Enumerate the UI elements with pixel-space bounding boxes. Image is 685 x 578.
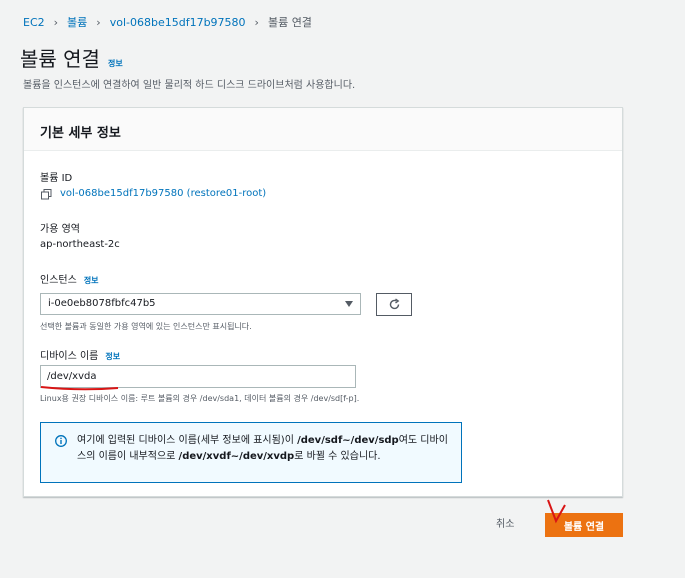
page-title: 볼륨 연결	[20, 47, 100, 71]
caret-down-icon	[345, 301, 353, 307]
chevron-right-icon: ›	[96, 15, 101, 29]
page-description: 볼륨을 인스턴스에 연결하여 일반 물리적 하드 디스크 드라이브처럼 사용합니…	[23, 80, 356, 91]
refresh-instances-button[interactable]	[376, 293, 412, 316]
page-header: 볼륨 연결 정보	[20, 43, 123, 72]
red-underline-annotation	[40, 386, 119, 391]
instance-select-value: i-0e0eb8078fbfc47b5	[48, 298, 156, 309]
breadcrumb-ec2[interactable]: EC2	[23, 16, 45, 29]
instance-select[interactable]: i-0e0eb8078fbfc47b5	[40, 293, 361, 315]
instance-label-text: 인스턴스	[40, 275, 77, 286]
cancel-button[interactable]: 취소	[496, 515, 514, 530]
alert-text-3: 로 바뀔 수 있습니다.	[294, 451, 381, 462]
device-hint: Linux용 권장 디바이스 이름: 루트 볼륨의 경우 /dev/sda1, …	[40, 394, 360, 403]
panel-title: 기본 세부 정보	[40, 126, 121, 141]
device-info-link[interactable]: 정보	[105, 351, 120, 362]
device-label: 디바이스 이름 정보	[40, 347, 120, 362]
volume-id-label: 볼륨 ID	[40, 169, 72, 184]
alert-text-1: 여기에 입력된 디바이스 이름(세부 정보에 표시됨)이	[77, 435, 298, 446]
alert-bold-2: /dev/xvdf~/dev/xvdp	[178, 451, 295, 462]
instance-hint: 선택한 볼륨과 동일한 가용 영역에 있는 인스턴스만 표시됩니다.	[40, 322, 252, 331]
panel-header: 기본 세부 정보	[24, 108, 622, 151]
attach-volume-button[interactable]: 볼륨 연결	[545, 513, 623, 537]
device-label-text: 디바이스 이름	[40, 351, 99, 362]
volume-id-label-text: 볼륨 ID	[40, 173, 73, 184]
breadcrumb-volume-id[interactable]: vol-068be15df17b97580	[110, 16, 246, 29]
copy-icon[interactable]	[41, 189, 52, 200]
chevron-right-icon: ›	[53, 15, 59, 29]
info-icon	[55, 435, 67, 447]
az-value: ap-northeast-2c	[40, 239, 120, 250]
volume-id-link[interactable]: vol-068be15df17b97580 (restore01-root)	[60, 188, 266, 199]
az-label: 가용 영역	[40, 220, 80, 235]
breadcrumb-volumes[interactable]: 볼륨	[67, 14, 87, 30]
instance-info-link[interactable]: 정보	[84, 275, 99, 286]
page-info-link[interactable]: 정보	[108, 58, 123, 69]
basic-details-panel: 기본 세부 정보 볼륨 ID vol-068be15df17b97580 (re…	[23, 107, 623, 497]
refresh-icon	[389, 298, 399, 310]
device-rename-alert: 여기에 입력된 디바이스 이름(세부 정보에 표시됨)이 /dev/sdf~/d…	[40, 422, 462, 483]
chevron-right-icon: ›	[254, 15, 259, 29]
alert-bold-1: /dev/sdf~/dev/sdp	[297, 435, 399, 446]
az-label-text: 가용 영역	[40, 224, 80, 235]
breadcrumb: EC2 › 볼륨 › vol-068be15df17b97580 › 볼륨 연결	[23, 14, 312, 30]
breadcrumb-current: 볼륨 연결	[267, 16, 312, 29]
instance-label: 인스턴스 정보	[40, 271, 99, 286]
